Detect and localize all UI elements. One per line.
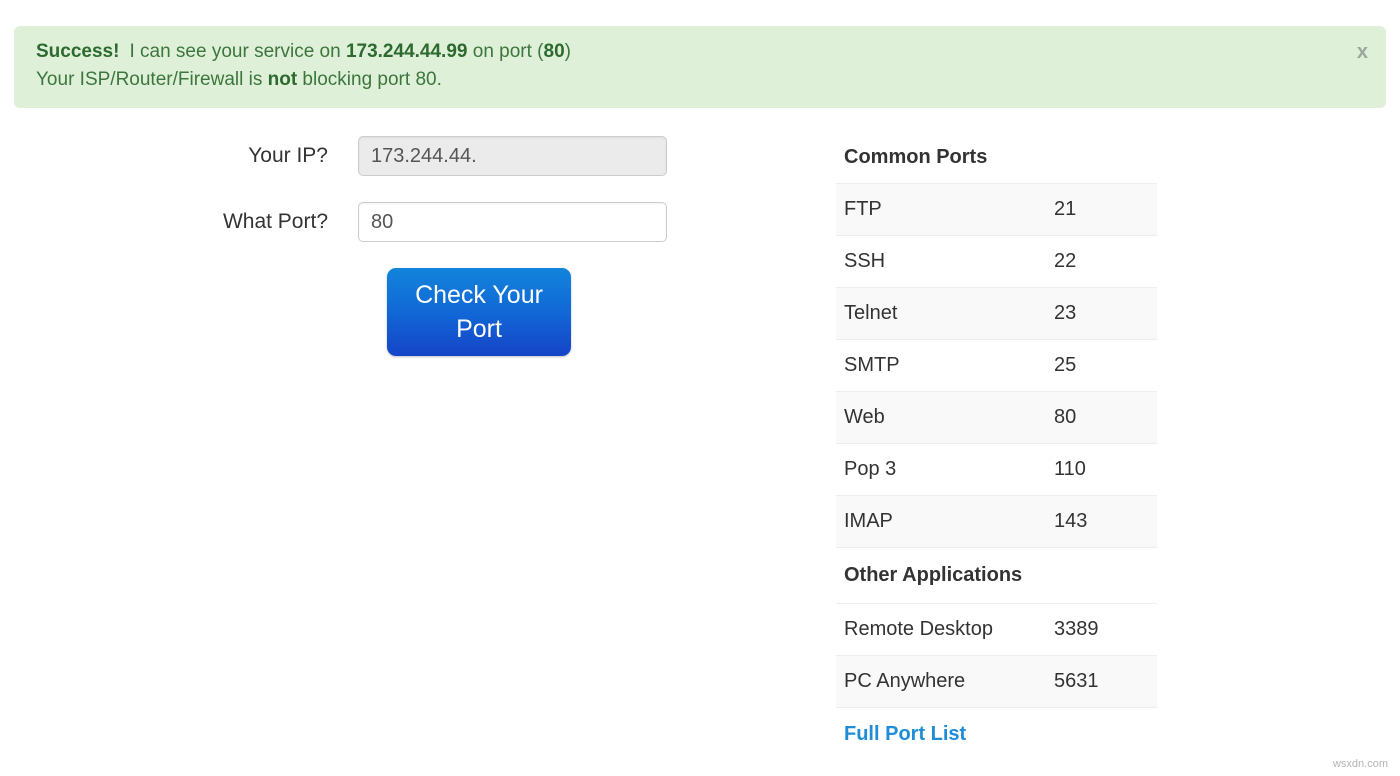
- port-number: 3389: [1054, 618, 1099, 640]
- port-service-name: Remote Desktop: [844, 618, 993, 640]
- port-number: 25: [1054, 354, 1077, 376]
- ports-reference-panel: Common Ports FTP 21 SSH 22 Telnet 23 SMT…: [836, 142, 1157, 761]
- check-your-port-button[interactable]: Check Your Port: [387, 268, 571, 356]
- port-number: 5631: [1054, 670, 1099, 692]
- alert-line1-pre: I can see your service on: [129, 41, 346, 62]
- table-row[interactable]: Remote Desktop 3389: [836, 603, 1157, 656]
- ports-table: FTP 21 SSH 22 Telnet 23 SMTP 25 Web 80 P…: [836, 183, 1157, 761]
- port-service-name: FTP: [844, 198, 882, 220]
- port-number: 21: [1054, 198, 1077, 220]
- port-number: 23: [1054, 302, 1077, 324]
- table-row[interactable]: IMAP 143: [836, 495, 1157, 548]
- ip-field-row: Your IP?: [0, 136, 760, 176]
- success-alert: Success! I can see your service on 173.24…: [14, 26, 1386, 108]
- port-service-name: Pop 3: [844, 458, 897, 480]
- port-check-form: Your IP? What Port? Check Your Port: [0, 136, 760, 356]
- port-field-label: What Port?: [222, 210, 328, 233]
- port-input[interactable]: [358, 202, 667, 242]
- table-row[interactable]: Pop 3 110: [836, 443, 1157, 496]
- port-service-name: SSH: [844, 250, 886, 272]
- close-icon[interactable]: x: [1357, 42, 1368, 62]
- table-row[interactable]: Telnet 23: [836, 287, 1157, 340]
- port-service-name: Telnet: [844, 302, 898, 324]
- full-port-list-link[interactable]: Full Port List: [844, 723, 966, 745]
- ports-table-body: FTP 21 SSH 22 Telnet 23 SMTP 25 Web 80 P…: [836, 183, 1157, 762]
- port-number: 110: [1054, 458, 1086, 480]
- alert-ip-value: 173.244.44.99: [345, 41, 468, 62]
- table-row[interactable]: Web 80: [836, 391, 1157, 444]
- full-port-list-row[interactable]: Full Port List: [836, 707, 1157, 762]
- port-service-name: IMAP: [844, 510, 893, 532]
- alert-line-2: Your ISP/Router/Firewall is not blocking…: [36, 66, 1368, 94]
- alert-line1-mid: on port (: [467, 41, 544, 62]
- ip-field-label: Your IP?: [248, 144, 328, 167]
- port-field-row: What Port?: [0, 202, 760, 242]
- table-row[interactable]: FTP 21: [836, 183, 1157, 236]
- ip-input[interactable]: [358, 136, 667, 176]
- table-row[interactable]: SMTP 25: [836, 339, 1157, 392]
- port-service-name: Web: [844, 406, 885, 428]
- port-number: 22: [1054, 250, 1077, 272]
- port-number: 80: [1054, 406, 1077, 428]
- alert-line-1: Success! I can see your service on 173.24…: [36, 38, 1368, 66]
- other-applications-heading-row: Other Applications: [836, 547, 1157, 604]
- submit-row: Check Your Port: [0, 268, 760, 356]
- alert-port-value: 80: [543, 41, 565, 62]
- alert-line2-pre: Your ISP/Router/Firewall is: [36, 69, 268, 90]
- table-row[interactable]: PC Anywhere 5631: [836, 655, 1157, 708]
- other-applications-heading: Other Applications: [844, 564, 1023, 586]
- alert-title: Success!: [36, 41, 120, 62]
- alert-line2-post: blocking port 80.: [297, 69, 442, 90]
- full-port-list-cell: Full Port List: [836, 708, 1157, 762]
- table-row[interactable]: SSH 22: [836, 235, 1157, 288]
- alert-not-emphasis: not: [267, 69, 298, 90]
- port-number: 143: [1054, 510, 1088, 532]
- common-ports-heading: Common Ports: [844, 146, 988, 168]
- watermark: wsxdn.com: [1332, 758, 1388, 770]
- alert-line1-post: ): [564, 41, 571, 62]
- port-service-name: SMTP: [844, 354, 900, 376]
- port-service-name: PC Anywhere: [844, 670, 966, 692]
